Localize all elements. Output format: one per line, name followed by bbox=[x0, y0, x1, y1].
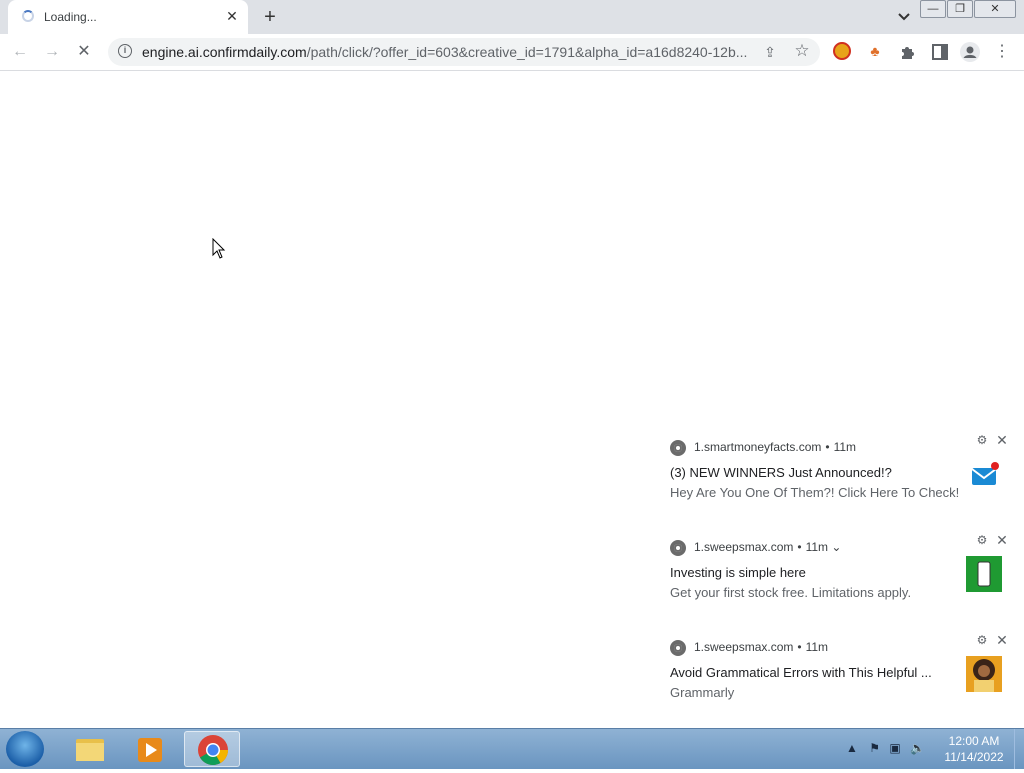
mail-icon bbox=[971, 462, 999, 485]
extension-icon[interactable] bbox=[833, 42, 851, 60]
tab-close-button[interactable]: ✕ bbox=[224, 8, 240, 24]
system-tray: ▲ ⚑ ▣ 🔈 bbox=[846, 741, 925, 755]
url-host: engine.ai.confirmdaily.com bbox=[142, 44, 307, 60]
notification-close-button[interactable]: ✕ bbox=[994, 432, 1010, 448]
profile-avatar-icon[interactable] bbox=[958, 40, 982, 64]
notification-card[interactable]: 1.sweepsmax.com • 11m ⌄ ⚙ ✕ Investing is s… bbox=[660, 530, 1024, 630]
start-button[interactable] bbox=[6, 731, 44, 767]
notification-body: Hey Are You One Of Them?! Click Here To … bbox=[670, 485, 960, 500]
chrome-icon bbox=[670, 440, 686, 456]
minimize-button[interactable]: — bbox=[920, 0, 946, 18]
notification-body: Grammarly bbox=[670, 685, 735, 700]
chrome-logo-icon bbox=[198, 735, 228, 766]
notification-time: 11m bbox=[805, 540, 829, 554]
phone-icon bbox=[966, 556, 1002, 592]
extensions-puzzle-icon[interactable] bbox=[896, 40, 920, 64]
notification-time: 11m bbox=[833, 440, 857, 454]
chrome-icon bbox=[670, 540, 686, 556]
clock-time: 12:00 AM bbox=[948, 734, 1000, 748]
extension-ribbon-icon[interactable]: ♣ bbox=[866, 42, 884, 60]
clock-date: 11/14/2022 bbox=[944, 750, 1004, 764]
forward-button[interactable]: → bbox=[40, 40, 64, 64]
menu-button[interactable]: ⋮ bbox=[990, 40, 1014, 64]
window-controls: — ❐ ✕ bbox=[919, 0, 1016, 18]
notification-card[interactable]: 1.sweepsmax.com • 11m ⚙ ✕ Avoid Grammatica… bbox=[660, 630, 1024, 730]
notification-source: 1.smartmoneyfacts.com • 11m bbox=[694, 440, 857, 454]
tab-strip: Loading... ✕ + — ❐ ✕ bbox=[0, 0, 1024, 34]
show-desktop-button[interactable] bbox=[1014, 729, 1024, 769]
media-player-taskbar-button[interactable] bbox=[122, 731, 178, 767]
loading-spinner-icon bbox=[22, 10, 34, 22]
source-domain: 1.sweepsmax.com bbox=[694, 640, 794, 654]
folder-icon bbox=[76, 739, 104, 761]
notification-settings-gear-icon[interactable]: ⚙ bbox=[974, 532, 990, 548]
show-hidden-icons-arrow-icon[interactable]: ▲ bbox=[846, 741, 858, 755]
media-player-icon bbox=[138, 738, 162, 762]
windows-taskbar: ▲ ⚑ ▣ 🔈 12:00 AM 11/14/2022 bbox=[0, 728, 1024, 769]
side-panel-icon[interactable] bbox=[928, 40, 952, 64]
notification-settings-gear-icon[interactable]: ⚙ bbox=[974, 632, 990, 648]
url-path: /path/click/?offer_id=603&creative_id=17… bbox=[306, 44, 748, 60]
notification-body: Get your first stock free. Limitations a… bbox=[670, 585, 912, 600]
url-text[interactable]: engine.ai.confirmdaily.com/path/click/?o… bbox=[142, 44, 752, 60]
site-info-icon[interactable]: i bbox=[118, 44, 132, 58]
back-button[interactable]: ← bbox=[8, 40, 32, 64]
window-close-button[interactable]: ✕ bbox=[974, 0, 1016, 18]
source-domain: 1.sweepsmax.com bbox=[694, 540, 794, 554]
browser-tab[interactable]: Loading... ✕ bbox=[8, 0, 248, 34]
chrome-icon bbox=[670, 640, 686, 656]
tab-title: Loading... bbox=[44, 10, 97, 24]
mouse-cursor-icon bbox=[212, 238, 226, 259]
notification-time: 11m bbox=[805, 640, 829, 654]
browser-toolbar: ← → ✕ i engine.ai.confirmdaily.com/path/… bbox=[0, 34, 1024, 71]
notification-source: 1.sweepsmax.com • 11m ⌄ bbox=[694, 540, 842, 554]
notification-close-button[interactable]: ✕ bbox=[994, 532, 1010, 548]
action-center-flag-icon[interactable]: ⚑ bbox=[869, 741, 880, 755]
stop-loading-button[interactable]: ✕ bbox=[72, 40, 96, 64]
person-photo bbox=[966, 656, 1002, 692]
source-domain: 1.smartmoneyfacts.com bbox=[694, 440, 822, 454]
volume-icon[interactable]: 🔈 bbox=[910, 741, 925, 755]
notification-title: Avoid Grammatical Errors with This Helpf… bbox=[670, 665, 932, 680]
bookmark-star-icon[interactable]: ☆ bbox=[792, 41, 812, 61]
expand-chevron-icon[interactable]: ⌄ bbox=[831, 540, 841, 554]
address-bar[interactable]: i engine.ai.confirmdaily.com/path/click/… bbox=[108, 38, 820, 66]
notification-close-button[interactable]: ✕ bbox=[994, 632, 1010, 648]
notification-source: 1.sweepsmax.com • 11m bbox=[694, 640, 829, 654]
new-tab-button[interactable]: + bbox=[258, 5, 282, 29]
notification-card[interactable]: 1.smartmoneyfacts.com • 11m ⚙ ✕ (3) NEW WI… bbox=[660, 430, 1024, 530]
chrome-taskbar-button[interactable] bbox=[184, 731, 240, 767]
tab-search-chevron-icon[interactable] bbox=[894, 8, 914, 26]
explorer-taskbar-button[interactable] bbox=[62, 731, 118, 767]
restore-button[interactable]: ❐ bbox=[947, 0, 973, 18]
notification-title: (3) NEW WINNERS Just Announced!? bbox=[670, 465, 892, 480]
notification-settings-gear-icon[interactable]: ⚙ bbox=[974, 432, 990, 448]
taskbar-clock[interactable]: 12:00 AM 11/14/2022 bbox=[936, 733, 1012, 765]
share-icon[interactable]: ⇪ bbox=[760, 42, 780, 62]
notification-title: Investing is simple here bbox=[670, 565, 806, 580]
network-icon[interactable]: ▣ bbox=[889, 741, 900, 755]
